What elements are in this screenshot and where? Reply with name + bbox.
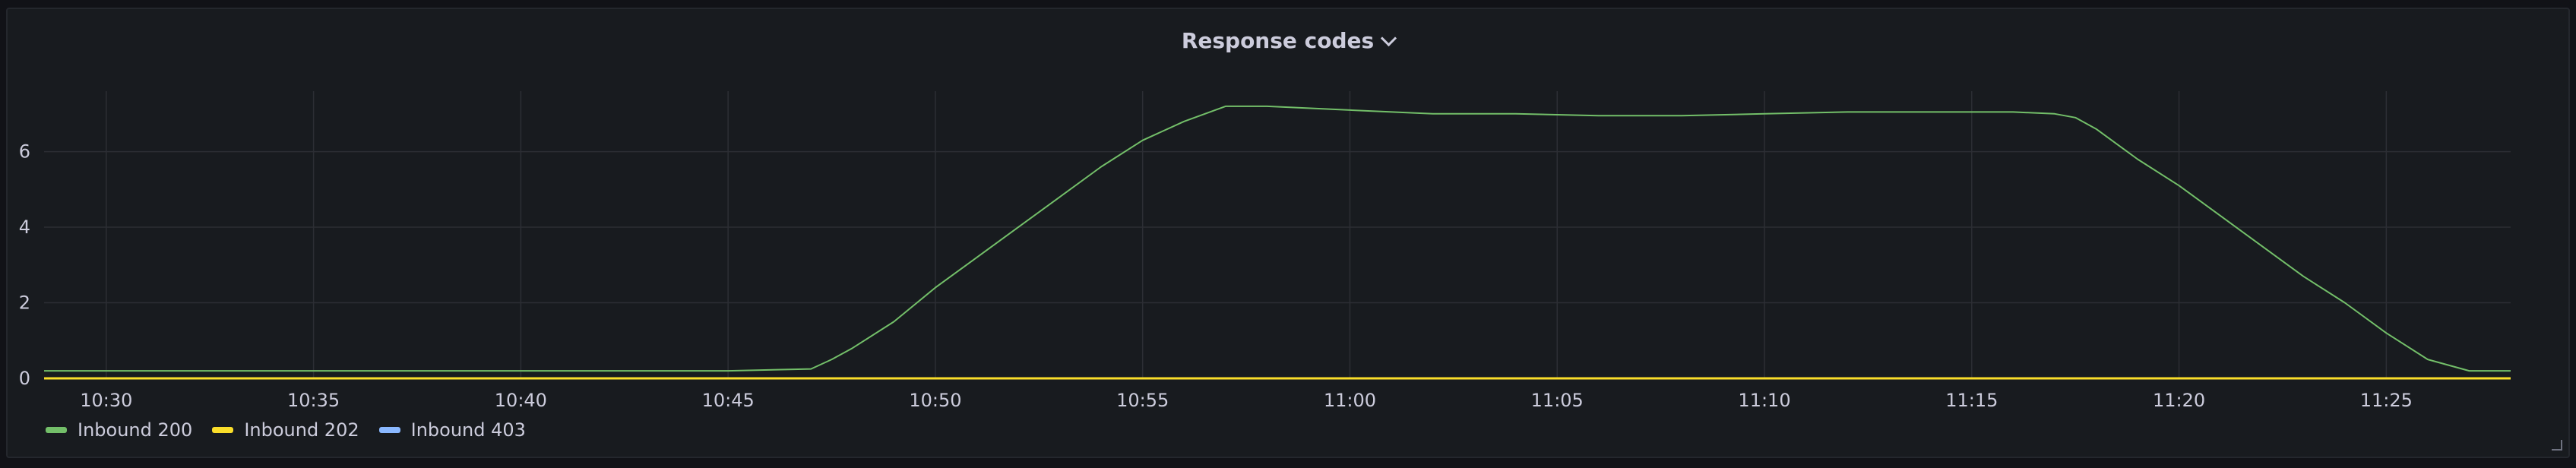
x-tick-label: 10:55 <box>1116 390 1169 411</box>
chart-area: 0 2 4 6 10:30 10:35 10:40 10:45 10:50 10:55 11:00 1… <box>19 91 2511 411</box>
y-tick-label: 6 <box>19 141 30 163</box>
y-tick-label: 0 <box>19 368 30 389</box>
x-tick-label: 11:00 <box>1324 390 1376 411</box>
x-tick-label: 11:10 <box>1738 390 1790 411</box>
series-line-inbound-200 <box>44 105 2511 372</box>
x-tick-label: 11:25 <box>2360 390 2413 411</box>
x-tick-label: 10:30 <box>80 390 132 411</box>
x-tick-label: 10:50 <box>909 390 961 411</box>
y-tick-label: 2 <box>19 292 30 314</box>
x-tick-label: 10:35 <box>287 390 340 411</box>
x-tick-label: 11:15 <box>1945 390 1998 411</box>
x-tick-label: 11:05 <box>1531 390 1584 411</box>
y-tick-label: 4 <box>19 217 30 238</box>
x-tick-label: 11:20 <box>2153 390 2205 411</box>
x-tick-label: 10:40 <box>495 390 547 411</box>
x-tick-label: 10:45 <box>702 390 755 411</box>
